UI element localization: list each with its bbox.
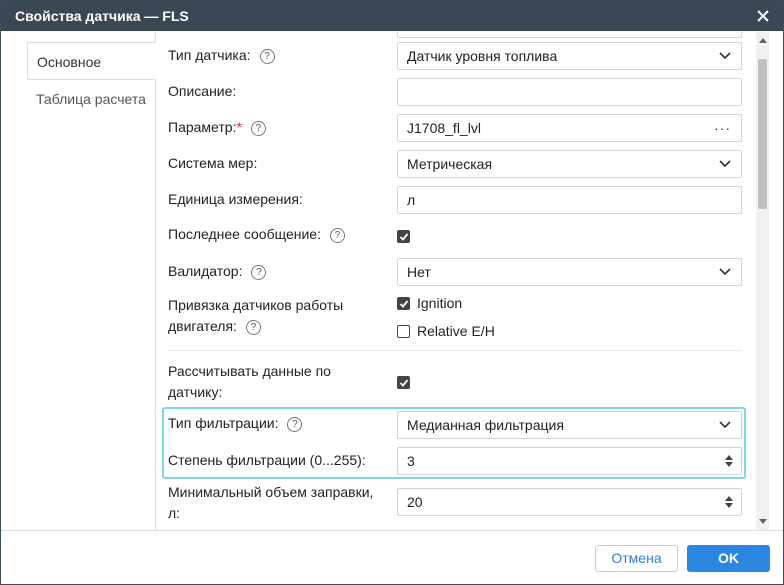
validator-label: Валидатор:? (168, 261, 267, 282)
help-icon[interactable]: ? (251, 264, 267, 280)
dialog-title: Свойства датчика — FLS (15, 8, 189, 24)
sensor-properties-dialog: Свойства датчика — FLS Основное Таблица … (0, 0, 784, 585)
required-mark: * (236, 119, 242, 135)
unit-label: Единица измерения: (168, 191, 303, 207)
engine-binding-label: Привязка датчиков работы двигателя:? (168, 297, 344, 335)
scroll-up-icon[interactable] (759, 38, 767, 43)
chevron-down-icon (719, 421, 731, 429)
filter-degree-stepper[interactable]: 3 (397, 447, 742, 475)
tab-general[interactable]: Основное (27, 42, 156, 80)
filter-type-select[interactable]: Медианная фильтрация (397, 411, 742, 439)
scroll-down-icon[interactable] (759, 519, 767, 524)
sensor-type-select[interactable]: Датчик уровня топлива (397, 42, 742, 70)
parameter-input[interactable]: J1708_fl_lvl ··· (397, 114, 742, 142)
unit-system-select[interactable]: Метрическая (397, 150, 742, 178)
ignition-option-label: Ignition (417, 295, 463, 311)
scrollbar-thumb[interactable] (758, 59, 767, 209)
check-icon (399, 300, 409, 308)
help-icon[interactable]: ? (250, 120, 266, 136)
filter-degree-label: Степень фильтрации (0...255): (168, 452, 366, 468)
check-icon (399, 233, 409, 241)
dialog-footer: Отмена OK (1, 530, 783, 584)
close-icon[interactable] (755, 8, 771, 24)
tab-calculation-table[interactable]: Таблица расчета (27, 80, 156, 118)
spinner-arrows-icon[interactable] (725, 495, 733, 509)
parameter-label: Параметр:*? (168, 117, 266, 138)
ignition-checkbox[interactable] (397, 297, 410, 310)
help-icon[interactable]: ? (287, 416, 303, 432)
vertical-scrollbar[interactable] (756, 32, 769, 530)
min-refill-stepper[interactable]: 20 (397, 488, 742, 516)
dialog-titlebar: Свойства датчика — FLS (1, 1, 783, 31)
last-message-checkbox[interactable] (397, 230, 410, 243)
description-input[interactable] (397, 78, 742, 106)
chevron-down-icon (719, 52, 731, 60)
last-message-label: Последнее сообщение:? (168, 224, 345, 245)
section-divider (168, 350, 742, 351)
calc-by-sensor-checkbox[interactable] (397, 376, 410, 389)
clipped-field-above (397, 32, 742, 38)
form-content: Тип датчика:? Датчик уровня топлива Опис… (156, 32, 756, 530)
filter-type-label: Тип фильтрации:? (168, 413, 303, 434)
relative-eh-option-label: Relative E/H (417, 323, 495, 339)
sensor-type-label: Тип датчика:? (168, 45, 275, 66)
help-icon[interactable]: ? (329, 227, 345, 243)
ok-button[interactable]: OK (687, 545, 770, 572)
more-options-button[interactable]: ··· (714, 115, 731, 141)
help-icon[interactable]: ? (245, 319, 261, 335)
check-icon (399, 379, 409, 387)
min-refill-label: Минимальный объем заправки, л: (168, 484, 374, 521)
unit-input[interactable]: л (397, 186, 742, 214)
tab-list: Основное Таблица расчета (1, 32, 156, 530)
cancel-button[interactable]: Отмена (595, 545, 678, 572)
relative-eh-checkbox[interactable] (397, 325, 410, 338)
chevron-down-icon (719, 160, 731, 168)
description-label: Описание: (168, 83, 237, 99)
validator-select[interactable]: Нет (397, 258, 742, 286)
chevron-down-icon (719, 268, 731, 276)
spinner-arrows-icon[interactable] (725, 454, 733, 468)
calc-by-sensor-label: Рассчитывать данные по датчику: (168, 363, 331, 400)
help-icon[interactable]: ? (259, 48, 275, 64)
unit-system-label: Система мер: (168, 155, 258, 171)
